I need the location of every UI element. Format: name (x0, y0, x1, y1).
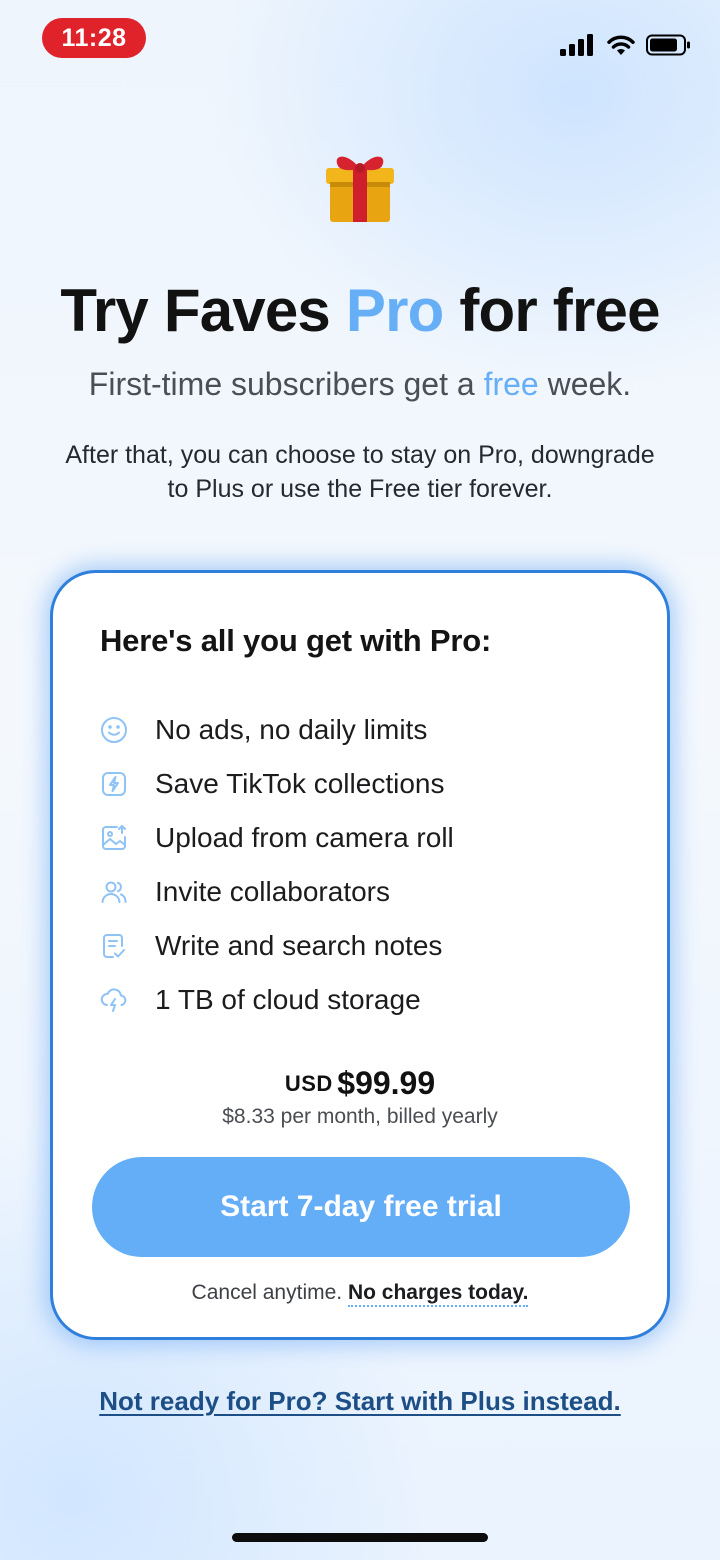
smiley-icon (99, 715, 129, 745)
price-currency: USD (284, 1071, 333, 1096)
page-title: Try Faves Pro for free (60, 277, 660, 344)
users-icon (99, 877, 129, 907)
cellular-signal-icon (560, 34, 593, 56)
wifi-icon (607, 35, 635, 55)
feature-item: No ads, no daily limits (99, 703, 454, 757)
start-free-trial-button[interactable]: Start 7-day free trial (92, 1157, 630, 1257)
feature-item: Write and search notes (99, 919, 454, 973)
battery-icon (646, 34, 690, 56)
start-with-plus-link[interactable]: Not ready for Pro? Start with Plus inste… (0, 1386, 720, 1417)
lightning-icon (99, 769, 129, 799)
price-detail: $8.33 per month, billed yearly (222, 1105, 498, 1128)
home-indicator (232, 1533, 488, 1542)
pro-features-card: Here's all you get with Pro: No ads, no … (50, 570, 670, 1340)
image-upload-icon (99, 823, 129, 853)
feature-item: Upload from camera roll (99, 811, 454, 865)
status-icons (560, 30, 692, 60)
price-amount: $99.99 (337, 1065, 436, 1101)
feature-item: Save TikTok collections (99, 757, 454, 811)
card-heading: Here's all you get with Pro: (100, 623, 492, 658)
cloud-lightning-icon (99, 985, 129, 1015)
gift-icon (326, 156, 394, 222)
status-time: 11:28 (42, 18, 146, 58)
subtitle: First-time subscribers get a free week. (88, 366, 632, 402)
status-bar: 11:28 (0, 0, 720, 80)
fine-print: Cancel anytime. No charges today. (53, 1281, 667, 1307)
feature-list: No ads, no daily limits Save TikTok coll… (99, 703, 454, 1027)
price: USD $99.99 (53, 1065, 667, 1102)
feature-item: Invite collaborators (99, 865, 454, 919)
description: After that, you can choose to stay on Pr… (65, 441, 655, 503)
feature-item: 1 TB of cloud storage (99, 973, 454, 1027)
no-charges-today-text: No charges today. (347, 1281, 529, 1307)
notes-icon (99, 931, 129, 961)
